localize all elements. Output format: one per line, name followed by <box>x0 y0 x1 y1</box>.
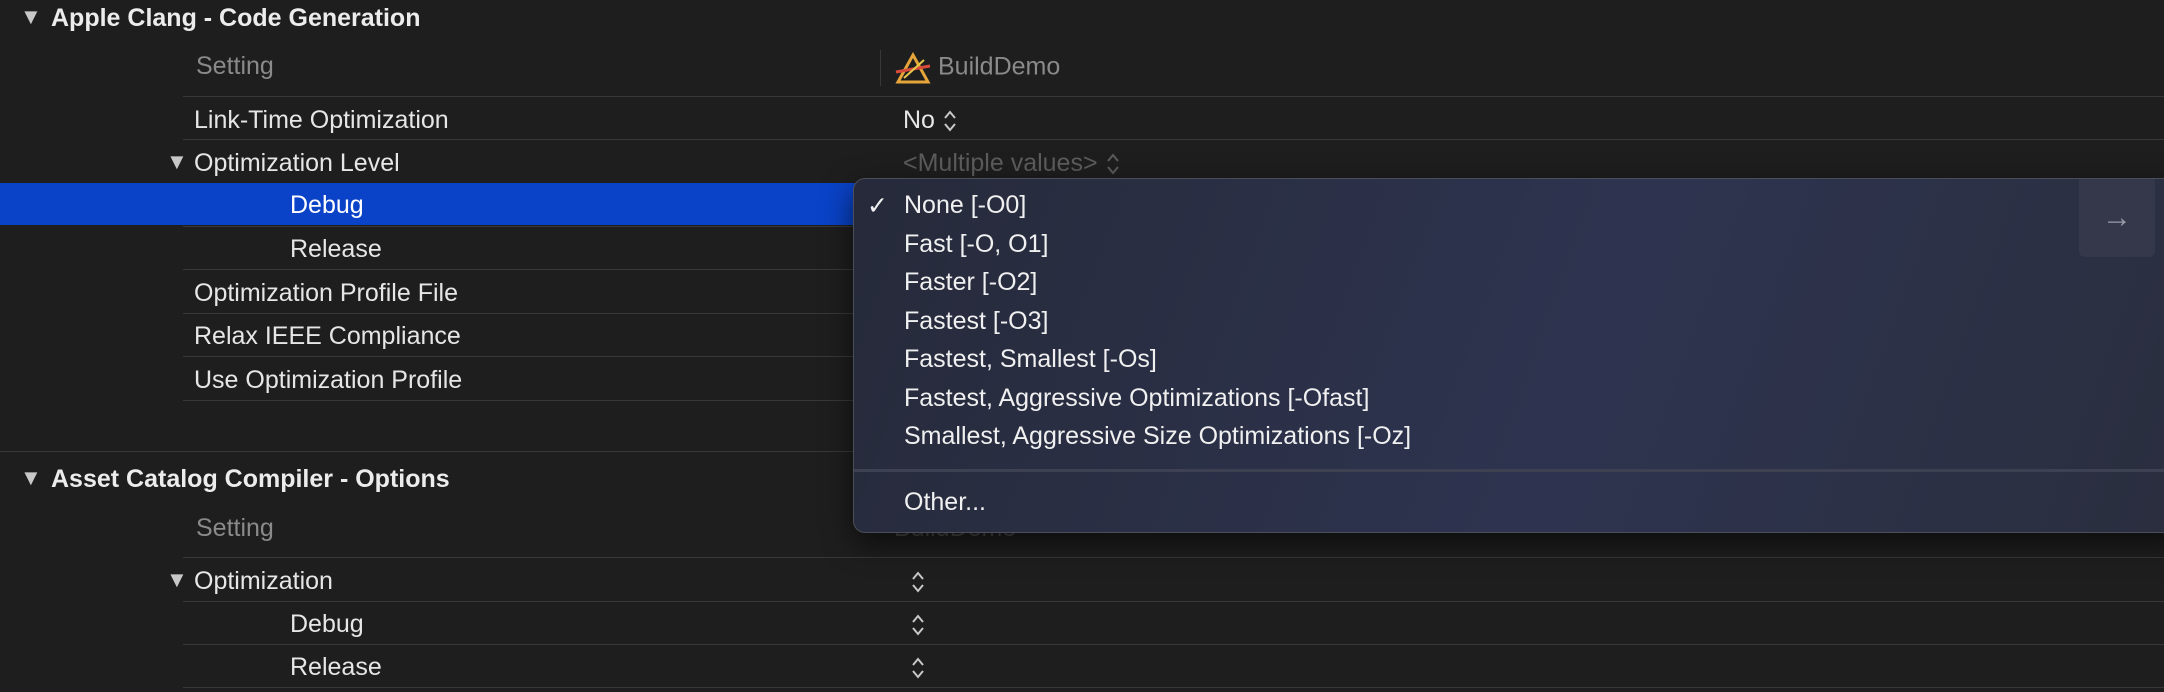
setting-link-time-optimization[interactable]: Link-Time Optimization <box>194 106 449 135</box>
menu-item-smallest-aggressive[interactable]: Smallest, Aggressive Size Optimizations … <box>904 422 1411 451</box>
setting-optimization[interactable]: Optimization <box>194 567 333 596</box>
menu-item-none[interactable]: None [-O0] <box>904 191 1026 220</box>
setting-use-optimization-profile[interactable]: Use Optimization Profile <box>194 366 462 395</box>
disclosure-triangle-icon[interactable]: ▼ <box>166 149 188 175</box>
target-name: BuildDemo <box>938 52 1061 81</box>
stepper-icon <box>911 656 925 680</box>
optimization-level-popup[interactable]: <Multiple values> <box>903 149 1120 178</box>
stepper-icon <box>943 109 957 133</box>
menu-item-fastest[interactable]: Fastest [-O3] <box>904 307 1048 336</box>
debug-popup[interactable] <box>903 610 925 639</box>
section-title[interactable]: Apple Clang - Code Generation <box>51 4 420 33</box>
section-title[interactable]: Asset Catalog Compiler - Options <box>51 465 450 494</box>
stepper-icon <box>911 570 925 594</box>
setting-optimization-level[interactable]: Optimization Level <box>194 149 400 178</box>
optimization-level-value: <Multiple values> <box>903 149 1098 177</box>
checkmark-icon: ✓ <box>867 192 888 220</box>
optimization-level-menu[interactable]: ✓ None [-O0] Fast [-O, O1] Faster [-O2] … <box>853 178 2164 533</box>
menu-item-fastest-aggressive[interactable]: Fastest, Aggressive Optimizations [-Ofas… <box>904 384 1369 413</box>
setting-release[interactable]: Release <box>290 653 382 682</box>
menu-item-faster[interactable]: Faster [-O2] <box>904 268 1037 297</box>
release-popup[interactable] <box>903 653 925 682</box>
setting-release[interactable]: Release <box>290 235 382 264</box>
stepper-icon <box>1106 152 1120 176</box>
link-time-optimization-popup[interactable]: No <box>903 106 957 135</box>
menu-item-fast[interactable]: Fast [-O, O1] <box>904 230 1048 259</box>
setting-column-header: Setting <box>196 52 274 80</box>
stepper-icon <box>911 613 925 637</box>
setting-debug[interactable]: Debug <box>290 610 364 639</box>
disclosure-triangle-icon[interactable]: ▼ <box>166 567 188 593</box>
optimization-popup[interactable] <box>903 567 925 596</box>
app-target-icon <box>894 51 932 84</box>
menu-item-fastest-smallest[interactable]: Fastest, Smallest [-Os] <box>904 345 1157 374</box>
target-column-header: BuildDemo <box>894 51 1061 84</box>
link-time-optimization-value: No <box>903 106 935 134</box>
setting-optimization-profile-file[interactable]: Optimization Profile File <box>194 279 458 308</box>
disclosure-triangle-icon[interactable]: ▼ <box>20 4 42 30</box>
setting-relax-ieee-compliance[interactable]: Relax IEEE Compliance <box>194 322 461 351</box>
setting-column-header: Setting <box>196 514 274 542</box>
setting-debug[interactable]: Debug <box>290 191 364 220</box>
selected-row-highlight[interactable] <box>0 183 870 225</box>
menu-item-other[interactable]: Other... <box>904 488 986 517</box>
disclosure-triangle-icon[interactable]: ▼ <box>20 465 42 491</box>
menu-separator <box>854 469 2164 472</box>
arrow-right-icon[interactable]: → <box>2079 179 2155 257</box>
